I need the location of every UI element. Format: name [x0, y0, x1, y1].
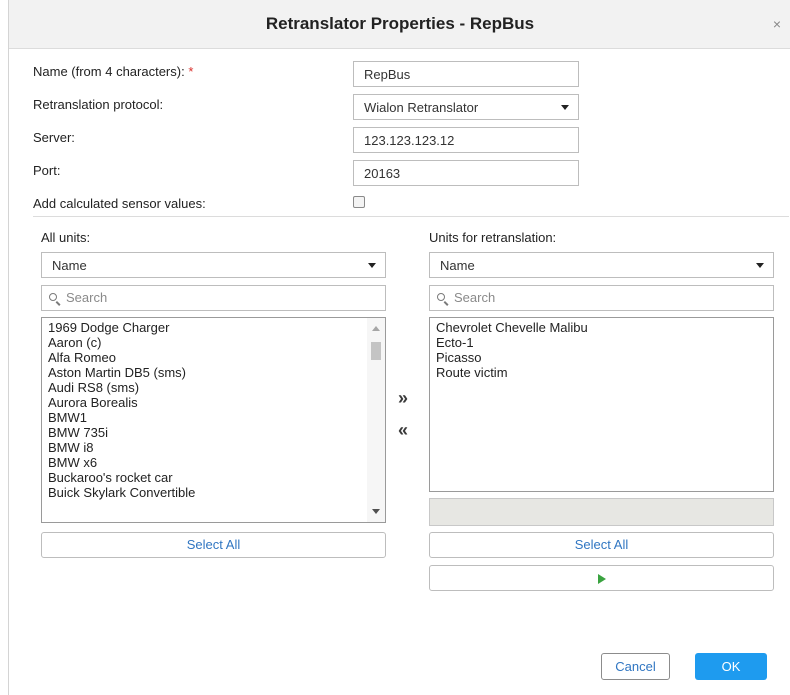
retranslation-status-bar	[429, 498, 774, 526]
all-units-search-input[interactable]: Search	[41, 285, 386, 311]
all-units-sort-select[interactable]: Name	[41, 252, 386, 278]
list-item[interactable]: Chevrolet Chevelle Malibu	[430, 320, 773, 335]
scroll-up-icon[interactable]	[372, 326, 380, 331]
list-item[interactable]: Picasso	[430, 350, 773, 365]
list-item[interactable]: Route victim	[430, 365, 773, 380]
cancel-button[interactable]: Cancel	[601, 653, 670, 680]
retrans-units-sort-value: Name	[440, 258, 475, 273]
ok-button[interactable]: OK	[695, 653, 767, 680]
retrans-units-list[interactable]: Chevrolet Chevelle Malibu Ecto-1 Picasso…	[429, 317, 774, 492]
all-units-label: All units:	[41, 230, 91, 245]
list-item[interactable]: BMW x6	[42, 455, 385, 470]
retrans-units-search-placeholder: Search	[454, 290, 496, 305]
scroll-thumb[interactable]	[371, 342, 381, 360]
server-field[interactable]: 123.123.123.12	[353, 127, 579, 153]
retranslator-properties-dialog: Retranslator Properties - RepBus × Name …	[8, 0, 790, 695]
list-item[interactable]: BMW1	[42, 410, 385, 425]
list-item[interactable]: 1969 Dodge Charger	[42, 320, 385, 335]
chevron-down-icon	[756, 263, 764, 268]
list-item[interactable]: BMW 735i	[42, 425, 385, 440]
list-item[interactable]: Ecto-1	[430, 335, 773, 350]
all-units-scrollbar[interactable]	[367, 318, 385, 522]
name-field[interactable]: RepBus	[353, 61, 579, 87]
retrans-units-sort-select[interactable]: Name	[429, 252, 774, 278]
dialog-titlebar: Retranslator Properties - RepBus ×	[9, 0, 790, 49]
protocol-select[interactable]: Wialon Retranslator	[353, 94, 579, 120]
list-item[interactable]: Aurora Borealis	[42, 395, 385, 410]
retrans-units-select-all-button[interactable]: Select All	[429, 532, 774, 558]
list-item[interactable]: Aston Martin DB5 (sms)	[42, 365, 385, 380]
list-item[interactable]: Aaron (c)	[42, 335, 385, 350]
search-icon	[49, 293, 57, 301]
name-label-text: Name (from 4 characters):	[33, 64, 185, 79]
add-units-button[interactable]: »	[398, 388, 408, 409]
chevron-down-icon	[368, 263, 376, 268]
close-icon[interactable]: ×	[773, 16, 781, 32]
port-field[interactable]: 20163	[353, 160, 579, 186]
play-icon	[598, 574, 606, 584]
all-units-search-placeholder: Search	[66, 290, 108, 305]
protocol-label: Retranslation protocol:	[33, 97, 164, 112]
list-item[interactable]: Buick Skylark Convertible	[42, 485, 385, 500]
search-icon	[437, 293, 445, 301]
list-item[interactable]: Alfa Romeo	[42, 350, 385, 365]
server-label: Server:	[33, 130, 75, 145]
start-retranslation-button[interactable]	[429, 565, 774, 591]
list-item[interactable]: BMW i8	[42, 440, 385, 455]
port-label: Port:	[33, 163, 61, 178]
list-item[interactable]: Buckaroo's rocket car	[42, 470, 385, 485]
chevron-down-icon	[561, 105, 569, 110]
remove-units-button[interactable]: «	[398, 420, 408, 441]
all-units-list[interactable]: 1969 Dodge Charger Aaron (c) Alfa Romeo …	[41, 317, 386, 523]
retrans-units-label: Units for retranslation:	[429, 230, 557, 245]
all-units-sort-value: Name	[52, 258, 87, 273]
protocol-select-value: Wialon Retranslator	[364, 100, 479, 115]
divider	[33, 216, 789, 217]
name-label: Name (from 4 characters): *	[33, 64, 193, 79]
list-item[interactable]: Audi RS8 (sms)	[42, 380, 385, 395]
retrans-units-search-input[interactable]: Search	[429, 285, 774, 311]
required-mark: *	[188, 64, 194, 79]
calc-sensor-label: Add calculated sensor values:	[33, 196, 206, 211]
scroll-down-icon[interactable]	[372, 509, 380, 514]
dialog-title: Retranslator Properties - RepBus	[265, 14, 535, 33]
calc-sensor-checkbox[interactable]	[353, 196, 365, 208]
all-units-select-all-button[interactable]: Select All	[41, 532, 386, 558]
